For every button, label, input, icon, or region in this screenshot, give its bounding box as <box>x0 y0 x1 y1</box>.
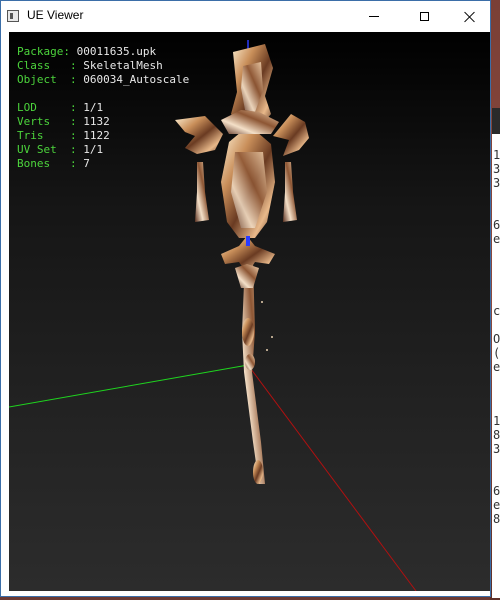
title-bar[interactable]: UE Viewer <box>1 1 490 32</box>
background-text: 3 <box>493 442 500 456</box>
info-bones: Bones : 7 <box>17 157 90 170</box>
info-tris: Tris : 1122 <box>17 129 110 142</box>
background-text: 1 <box>493 414 500 428</box>
close-icon <box>464 11 476 23</box>
window-title: UE Viewer <box>27 8 84 22</box>
info-package: Package: 00011635.upk <box>17 45 157 58</box>
app-icon[interactable] <box>7 10 19 22</box>
y-axis-line <box>247 364 417 591</box>
background-text: e <box>493 498 500 512</box>
ue-viewer-window[interactable]: UE Viewer Package: 00011635.upk Class: … <box>0 0 491 597</box>
z-axis-marker <box>246 236 250 246</box>
background-text: 8 <box>493 512 500 526</box>
x-axis-line <box>9 364 249 408</box>
background-text: ( <box>493 346 500 360</box>
mesh-info-panel: Package: 00011635.upk Class : SkeletalMe… <box>17 45 189 171</box>
info-verts: Verts : 1132 <box>17 115 110 128</box>
maximize-button[interactable] <box>401 1 447 32</box>
maximize-icon <box>419 12 429 21</box>
info-object: Object : 060034_Autoscale <box>17 73 190 86</box>
background-window-fragment: 1 3 3 6 e c O ( e 1 8 3 6 e 8 <box>492 108 500 598</box>
staff-mesh <box>175 44 309 484</box>
info-class: Class : SkeletalMesh <box>17 59 163 72</box>
close-button[interactable] <box>447 1 493 32</box>
info-lod: LOD : 1/1 <box>17 101 104 114</box>
background-window-header <box>492 108 500 134</box>
background-text: O <box>493 332 500 346</box>
background-text: 3 <box>493 162 500 176</box>
background-text: 3 <box>493 176 500 190</box>
background-text: 1 <box>493 148 500 162</box>
background-text: c <box>493 304 500 318</box>
background-text: 6 <box>493 218 500 232</box>
3d-viewport[interactable]: Package: 00011635.upk Class : SkeletalMe… <box>9 32 490 591</box>
minimize-button[interactable] <box>351 1 397 32</box>
background-text: e <box>493 360 500 374</box>
info-uvset: UV Set : 1/1 <box>17 143 104 156</box>
background-text: 6 <box>493 484 500 498</box>
background-text: 8 <box>493 428 500 442</box>
background-text: e <box>493 232 500 246</box>
minimize-icon <box>369 16 379 17</box>
